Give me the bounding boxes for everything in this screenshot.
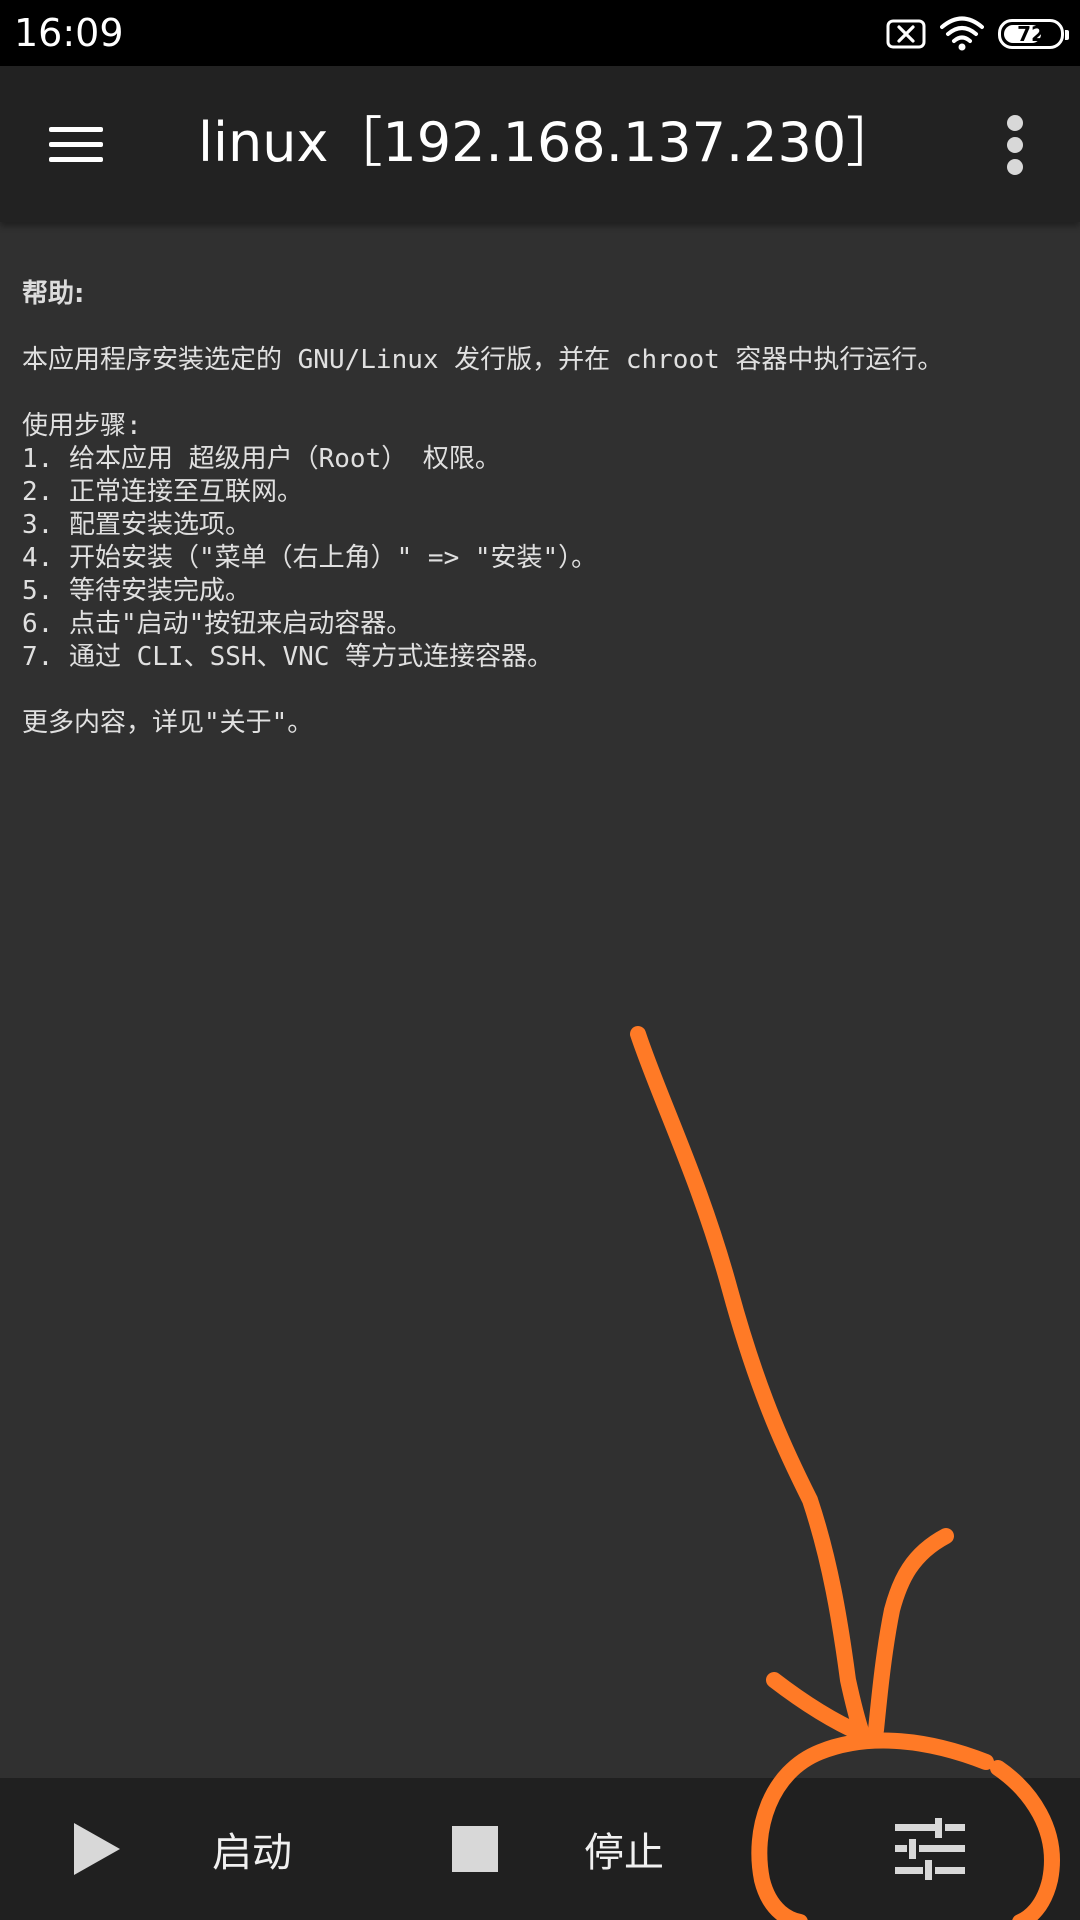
sim-x-icon: [886, 19, 926, 49]
step-item: 4. 开始安装（"菜单（右上角）" => "安装"）。: [22, 543, 598, 573]
bottom-bar: 启动 停止: [0, 1778, 1080, 1920]
play-icon: [74, 1823, 120, 1875]
battery-indicator: 72: [998, 19, 1069, 49]
stop-button[interactable]: 停止: [430, 1778, 730, 1920]
settings-button[interactable]: [860, 1778, 1000, 1920]
tune-sliders-icon: [895, 1818, 965, 1880]
status-time: 16:09: [14, 11, 124, 55]
help-content: 帮助: 本应用程序安装选定的 GNU/Linux 发行版，并在 chroot 容…: [0, 222, 1080, 1778]
stop-label: 停止: [584, 1830, 664, 1876]
status-bar: 16:09 72: [0, 0, 1080, 66]
start-button[interactable]: 启动: [40, 1778, 370, 1920]
wifi-icon: [940, 16, 984, 51]
hamburger-menu-icon: [49, 127, 103, 162]
step-item: 5. 等待安装完成。: [22, 576, 251, 606]
screen: 16:09 72 linux［192.168.137.230］ 帮助: 本应用程…: [0, 0, 1080, 1920]
app-title: linux［192.168.137.230］: [198, 111, 901, 174]
stop-icon: [452, 1826, 498, 1872]
menu-button[interactable]: [36, 110, 116, 180]
step-item: 3. 配置安装选项。: [22, 510, 251, 540]
step-item: 7. 通过 CLI、SSH、VNC 等方式连接容器。: [22, 642, 554, 672]
step-item: 2. 正常连接至互联网。: [22, 477, 303, 507]
step-item: 1. 给本应用 超级用户（Root） 权限。: [22, 444, 501, 474]
steps-title: 使用步骤:: [22, 411, 142, 441]
step-item: 6. 点击"启动"按钮来启动容器。: [22, 609, 413, 639]
help-heading: 帮助:: [22, 279, 85, 309]
app-bar: linux［192.168.137.230］: [0, 66, 1080, 222]
status-icons: 72: [886, 14, 1069, 54]
more-info: 更多内容，详见"关于"。: [22, 708, 314, 738]
more-vert-icon: [1007, 115, 1023, 175]
help-intro: 本应用程序安装选定的 GNU/Linux 发行版，并在 chroot 容器中执行…: [22, 345, 944, 375]
battery-level: 72: [1017, 22, 1045, 46]
overflow-menu-button[interactable]: [990, 108, 1040, 182]
start-label: 启动: [212, 1830, 292, 1876]
